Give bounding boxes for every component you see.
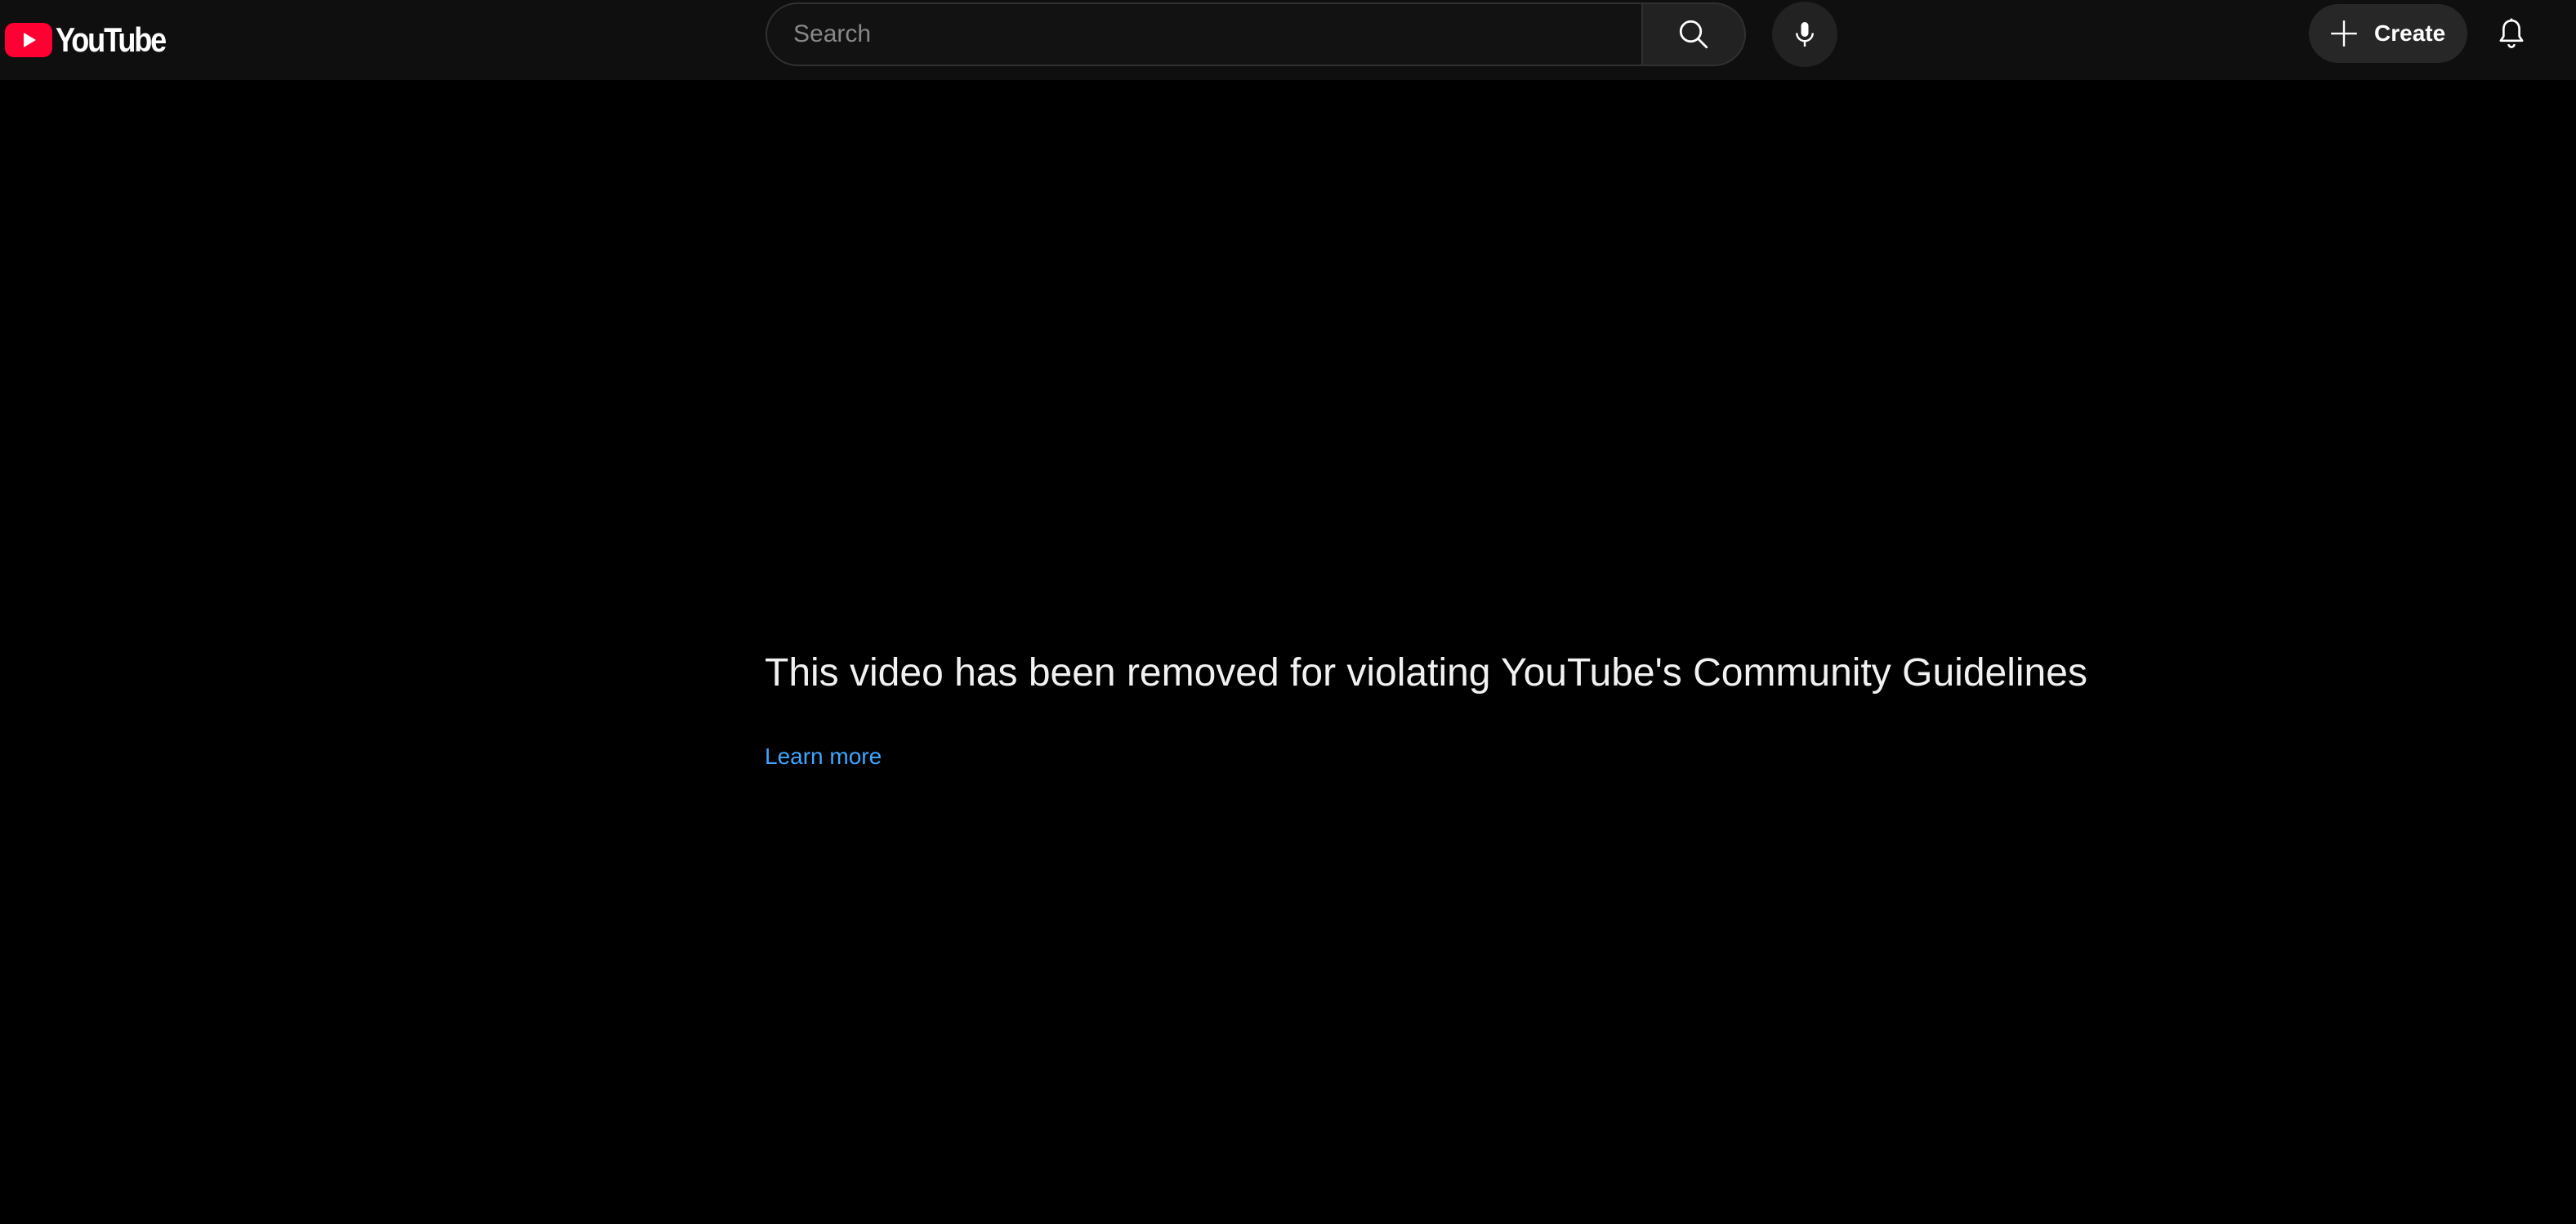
search-button[interactable] [1641,2,1746,66]
bell-icon [2499,18,2524,48]
search-box[interactable] [766,2,1641,66]
create-button[interactable]: Create [2309,4,2467,63]
plus-icon [2331,20,2357,47]
microphone-icon [1796,22,1814,47]
create-label: Create [2374,20,2446,46]
learn-more-link[interactable]: Learn more [765,744,882,770]
video-removed-message: This video has been removed for violatin… [765,651,2087,695]
youtube-logo[interactable]: YouTube [5,15,183,65]
top-header: YouTube Create [0,0,2576,80]
youtube-play-logo-icon [5,23,52,57]
search-input[interactable] [767,4,1641,65]
voice-search-button[interactable] [1772,2,1837,67]
search-icon [1679,20,1708,49]
logo-wordmark: YouTube [56,20,167,59]
notifications-button[interactable] [2479,1,2544,66]
